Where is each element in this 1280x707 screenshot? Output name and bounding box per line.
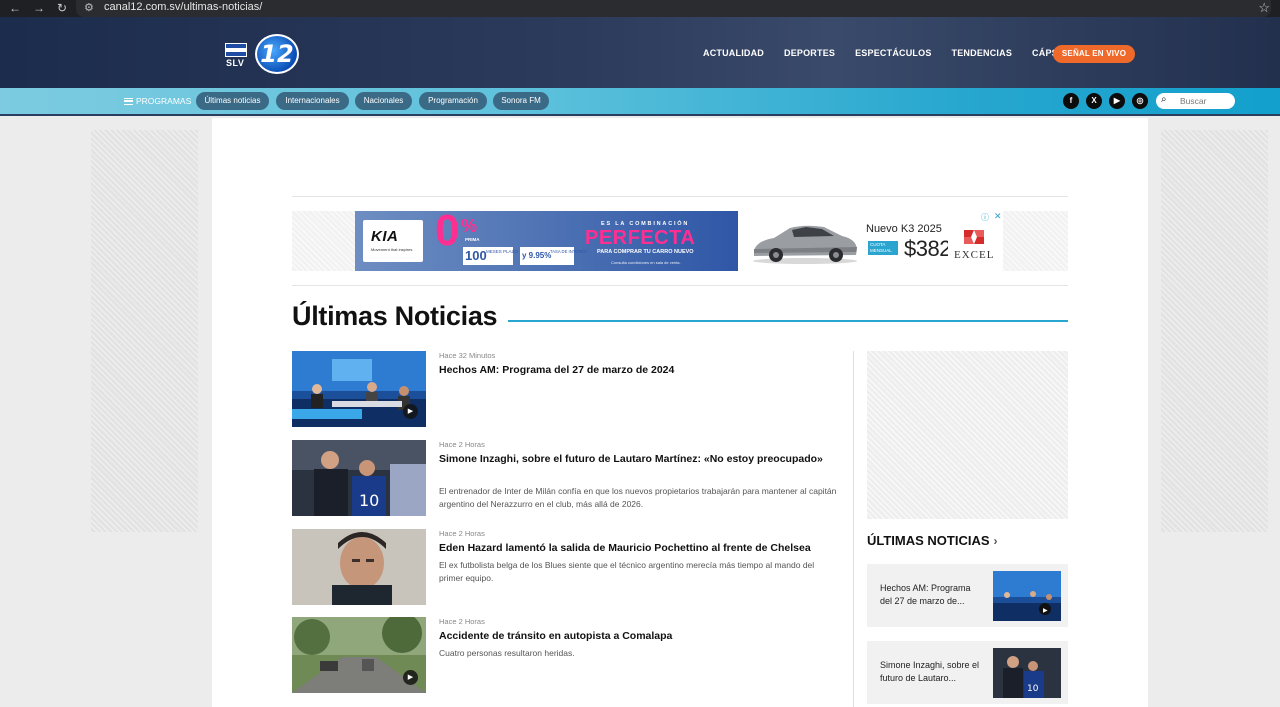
play-icon[interactable]: ▶ xyxy=(403,404,418,419)
url-text[interactable]: canal12.com.sv/ultimas-noticias/ xyxy=(104,1,262,13)
right-ad-placeholder xyxy=(1161,130,1268,532)
sidebar-heading-label: ÚLTIMAS NOTICIAS xyxy=(867,533,990,548)
bookmark-star-icon[interactable]: ☆ xyxy=(1258,0,1270,16)
divider xyxy=(292,285,1068,286)
excel-logo-box: EXCEL xyxy=(948,218,1003,271)
left-ad-placeholder xyxy=(91,130,198,532)
country-label[interactable]: SLV xyxy=(226,58,244,68)
el-salvador-flag-icon[interactable] xyxy=(225,43,247,57)
news-thumbnail[interactable]: ▶ xyxy=(292,617,426,693)
sidebar-news-title[interactable]: Hechos AM: Programa del 27 de marzo de..… xyxy=(880,582,985,608)
sidebar-news-card[interactable]: Hechos AM: Programa del 27 de marzo de..… xyxy=(867,564,1068,627)
ad-close-icon[interactable]: ✕ xyxy=(994,211,1002,222)
kia-logo: KIA xyxy=(371,228,399,245)
programas-label: PROGRAMAS xyxy=(136,96,192,106)
sidebar-news-title[interactable]: Simone Inzaghi, sobre el futuro de Lauta… xyxy=(880,659,985,685)
pill-nacionales[interactable]: Nacionales xyxy=(355,92,412,110)
ad-model: Nuevo K3 2025 xyxy=(866,223,942,235)
news-title[interactable]: Simone Inzaghi, sobre el futuro de Lauta… xyxy=(439,452,837,467)
news-timestamp: Hace 2 Horas xyxy=(439,617,485,626)
nav-espectaculos[interactable]: ESPECTÁCULOS xyxy=(855,48,931,58)
pill-ultimas-noticias[interactable]: Últimas noticias xyxy=(196,92,269,110)
news-image xyxy=(292,529,426,605)
nav-deportes[interactable]: DEPORTES xyxy=(784,48,835,58)
kia-tagline: Movement that inspires xyxy=(371,247,413,252)
title-underline xyxy=(508,320,1068,322)
instagram-icon[interactable]: ◎ xyxy=(1132,93,1148,109)
ad-zero: 0 xyxy=(435,211,460,255)
youtube-icon[interactable]: ▶ xyxy=(1109,93,1125,109)
live-signal-button[interactable]: SEÑAL EN VIVO xyxy=(1053,45,1135,63)
ad-prima: PRIMA xyxy=(465,237,480,242)
news-summary: El entrenador de Inter de Milán confía e… xyxy=(439,486,837,509)
ad-tasa-sub: TASA DE INTERÉS xyxy=(550,249,587,254)
news-title[interactable]: Hechos AM: Programa del 27 de marzo de 2… xyxy=(439,363,837,378)
forward-icon[interactable]: → xyxy=(33,1,45,15)
divider xyxy=(292,196,1068,197)
pill-programacion[interactable]: Programación xyxy=(419,92,487,110)
banner-ad-car[interactable]: Nuevo K3 2025 CUOTA MENSUAL $382 EXCEL xyxy=(738,211,1003,271)
svg-text:10: 10 xyxy=(359,491,379,510)
news-timestamp: Hace 2 Horas xyxy=(439,529,485,538)
sidebar-news-thumbnail[interactable]: ▶ xyxy=(993,571,1061,621)
browser-toolbar: ← → ↻ ⚙ canal12.com.sv/ultimas-noticias/… xyxy=(0,0,1280,17)
play-icon[interactable]: ▶ xyxy=(403,670,418,685)
news-summary: El ex futbolista belga de los Blues sien… xyxy=(439,560,815,583)
excel-brand: EXCEL xyxy=(954,249,995,261)
banner-ad-promo[interactable]: KIA Movement that inspires 0 % PRIMA 100… xyxy=(355,211,738,271)
ad-percent: % xyxy=(461,216,478,236)
news-image: 10 xyxy=(292,440,426,516)
ad-price: $382 xyxy=(904,236,951,261)
sidebar-ad-placeholder xyxy=(867,351,1068,519)
hamburger-icon[interactable] xyxy=(124,97,133,105)
car-image xyxy=(753,225,857,264)
banner-ad[interactable]: KIA Movement that inspires 0 % PRIMA 100… xyxy=(355,211,1003,271)
sidebar-news-card[interactable]: Simone Inzaghi, sobre el futuro de Lauta… xyxy=(867,641,1068,704)
back-icon[interactable]: ← xyxy=(9,1,21,15)
column-divider xyxy=(853,351,854,707)
nav-tendencias[interactable]: TENDENCIAS xyxy=(952,48,1013,58)
news-timestamp: Hace 2 Horas xyxy=(439,440,485,449)
news-thumbnail[interactable]: ▶ xyxy=(292,351,426,427)
x-icon[interactable]: X xyxy=(1086,93,1102,109)
site-info-icon[interactable]: ⚙ xyxy=(84,1,94,14)
news-title[interactable]: Eden Hazard lamentó la salida de Maurici… xyxy=(439,541,837,556)
secondary-nav: PROGRAMAS Últimas noticias Internacional… xyxy=(0,88,1280,116)
news-timestamp: Hace 32 Minutos xyxy=(439,351,496,360)
svg-text:10: 10 xyxy=(1027,684,1039,694)
site-header: SLV 12 ACTUALIDAD DEPORTES ESPECTÁCULOS … xyxy=(0,17,1280,88)
page-title: Últimas Noticias xyxy=(292,301,498,331)
svg-text:▶: ▶ xyxy=(1043,607,1048,614)
pill-internacionales[interactable]: Internacionales xyxy=(276,92,349,110)
search-input[interactable] xyxy=(1180,94,1232,108)
pill-sonora-fm[interactable]: Sonora FM xyxy=(493,92,549,110)
sidebar-news-image: ▶ xyxy=(993,571,1061,621)
kia-logo-box: KIA Movement that inspires xyxy=(363,220,423,262)
excel-logo-icon xyxy=(964,230,984,244)
sidebar-news-thumbnail[interactable]: 10 xyxy=(993,648,1061,698)
news-thumbnail[interactable]: 10 xyxy=(292,440,426,516)
ad-cuotas-sub: MESES PLAZO xyxy=(486,249,518,254)
ad-perfecta: PERFECTA xyxy=(585,227,696,249)
news-thumbnail[interactable] xyxy=(292,529,426,605)
reload-icon[interactable]: ↻ xyxy=(57,1,67,15)
ad-cuota-tag: CUOTA MENSUAL xyxy=(868,241,898,255)
sidebar-heading[interactable]: ÚLTIMAS NOTICIAS › xyxy=(867,533,998,548)
chevron-right-icon[interactable]: › xyxy=(994,534,998,548)
search-icon[interactable]: ⌕ xyxy=(1161,94,1167,105)
ad-comprar: PARA COMPRAR TU CARRO NUEVO xyxy=(597,249,694,255)
news-summary: Cuatro personas resultaron heridas. xyxy=(439,648,575,658)
main-nav: ACTUALIDAD DEPORTES ESPECTÁCULOS TENDENC… xyxy=(703,48,1103,58)
ad-info-icon[interactable]: ⓘ xyxy=(981,212,989,223)
news-title[interactable]: Accidente de tránsito en autopista a Com… xyxy=(439,629,837,644)
nav-actualidad[interactable]: ACTUALIDAD xyxy=(703,48,764,58)
canal12-logo[interactable]: 12 xyxy=(255,34,299,74)
ad-consulta: Consulta condiciones en sala de venta. xyxy=(611,260,681,265)
search-box[interactable]: ⌕ xyxy=(1156,93,1235,109)
programas-menu[interactable]: PROGRAMAS xyxy=(124,96,191,106)
facebook-icon[interactable]: f xyxy=(1063,93,1079,109)
sidebar-news-image: 10 xyxy=(993,648,1061,698)
